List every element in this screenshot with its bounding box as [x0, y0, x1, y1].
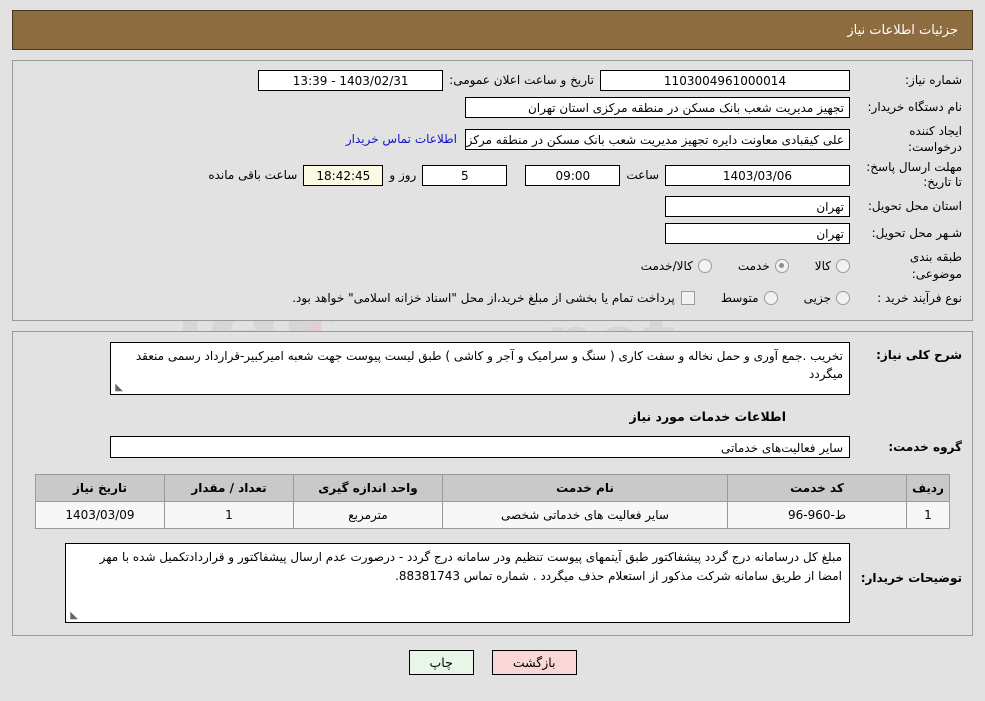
province-label: استان محل تحویل: — [867, 199, 962, 214]
resize-grip-icon[interactable]: ◣ — [113, 382, 123, 393]
buyer-contact-link[interactable]: اطلاعات تماس خریدار — [338, 132, 465, 146]
checkbox-icon[interactable] — [680, 290, 695, 305]
remaining-hours-label: ساعت باقی مانده — [208, 168, 298, 183]
table-header-name: نام خدمت — [442, 473, 728, 502]
table-header-date: تاریخ نیاز — [35, 473, 165, 502]
row-need-summary: شرح کلی نیاز: تخریب .جمع آوری و حمل نخال… — [23, 341, 962, 395]
city-value: تهران — [665, 222, 850, 244]
buyer-org-label: نام دستگاه خریدار: — [867, 99, 963, 114]
buyer-notes-value: مبلغ کل درسامانه درج گردد پیشفاکتور طبق … — [99, 549, 842, 584]
row-city: شـهر محل تحویل: تهران — [23, 222, 962, 244]
services-section-title: اطلاعات خدمات مورد نیاز — [629, 408, 787, 424]
province-value: تهران — [665, 195, 850, 217]
table-header-qty: تعداد / مقدار — [164, 473, 294, 502]
buyer-notes-textarea[interactable]: مبلغ کل درسامانه درج گردد پیشفاکتور طبق … — [65, 542, 850, 623]
back-button[interactable]: بازگشت — [491, 649, 577, 675]
treasury-note-row: پرداخت تمام یا بخشی از مبلغ خرید،از محل … — [292, 290, 695, 305]
need-number-value: 1103004961000014 — [600, 69, 850, 91]
treasury-note-text: پرداخت تمام یا بخشی از مبلغ خرید،از محل … — [292, 290, 675, 305]
category-option-khedmat[interactable]: خدمت — [737, 258, 789, 273]
deadline-date-value: 1403/03/06 — [665, 164, 850, 186]
creator-value: علی کیقبادی معاونت دایره تجهیز مدیریت شع… — [465, 128, 850, 150]
need-summary-textarea[interactable]: تخریب .جمع آوری و حمل نخاله و سفت کاری (… — [110, 341, 850, 395]
row-deadline: مهلت ارسال پاسخ: تا تاریخ: 1403/03/06 سا… — [23, 160, 962, 190]
process-option-motevaset[interactable]: متوسط — [720, 290, 778, 305]
announcement-label: تاریخ و ساعت اعلان عمومی: — [449, 73, 594, 87]
buyer-notes-label: توضیحات خریدار: — [860, 570, 962, 585]
remaining-days-value: 5 — [422, 164, 508, 186]
row-need-number: شماره نیاز: 1103004961000014 تاریخ و ساع… — [23, 69, 962, 91]
print-button[interactable]: چاپ — [408, 649, 474, 675]
row-buyer-org: نام دستگاه خریدار: تجهیز مدیریت شعب بانک… — [23, 96, 962, 118]
process-radio-group: جزیی متوسط پرداخت تمام یا بخشی از مبلغ خ… — [266, 290, 850, 305]
process-label: نوع فرآیند خرید : — [877, 290, 962, 305]
category-label: طبقه بندی موضوعی: — [909, 250, 962, 281]
radio-icon[interactable] — [774, 258, 789, 273]
table-row: 1 ط-960-96 سایر فعالیت های خدماتی شخصی م… — [35, 500, 950, 529]
process-option-jozei[interactable]: جزیی — [803, 290, 850, 305]
announcement-value: 1403/02/31 - 13:39 — [258, 69, 444, 91]
deadline-time-value: 09:00 — [525, 164, 621, 186]
service-details-panel: شرح کلی نیاز: تخریب .جمع آوری و حمل نخال… — [12, 330, 973, 636]
radio-icon[interactable] — [836, 290, 850, 305]
table-header-unit: واحد اندازه گیری — [293, 473, 443, 502]
deadline-label: مهلت ارسال پاسخ: تا تاریخ: — [866, 160, 962, 190]
cell-date: 1403/03/09 — [35, 500, 165, 529]
cell-unit: مترمربع — [293, 500, 443, 529]
page-header: جزئیات اطلاعات نیاز — [12, 10, 973, 50]
table-header-radif: ردیف — [906, 473, 950, 502]
table-header-row: ردیف کد خدمت نام خدمت واحد اندازه گیری ت… — [35, 473, 950, 502]
category-option-label: کالا — [814, 258, 831, 273]
row-service-group: گروه خدمت: سایر فعالیت‌های خدماتی — [23, 435, 962, 458]
cell-name: سایر فعالیت های خدماتی شخصی — [442, 500, 728, 529]
category-option-kala[interactable]: کالا — [814, 258, 850, 273]
radio-icon[interactable] — [697, 258, 712, 273]
hour-label: ساعت — [626, 168, 659, 183]
cell-radif: 1 — [906, 500, 950, 529]
service-group-label: گروه خدمت: — [888, 439, 962, 454]
action-button-bar: بازگشت چاپ — [0, 649, 985, 675]
category-option-label: خدمت — [737, 258, 770, 273]
row-category: طبقه بندی موضوعی: کالا خدمت کالا/خدمت — [23, 249, 962, 281]
buyer-org-value: تجهیز مدیریت شعب بانک مسکن در منطقه مرکز… — [465, 96, 850, 118]
service-group-value: سایر فعالیت‌های خدماتی — [110, 435, 850, 458]
cell-qty: 1 — [164, 500, 294, 529]
row-creator: ایجاد کننده درخواست: علی کیقبادی معاونت … — [23, 123, 962, 155]
page-title: جزئیات اطلاعات نیاز — [847, 22, 958, 38]
row-process-type: نوع فرآیند خرید : جزیی متوسط پرداخت تمام… — [23, 287, 962, 309]
row-province: استان محل تحویل: تهران — [23, 195, 962, 217]
row-buyer-notes: توضیحات خریدار: مبلغ کل درسامانه درج گرد… — [23, 542, 962, 623]
cell-code: ط-960-96 — [727, 500, 907, 529]
resize-grip-icon[interactable]: ◣ — [68, 610, 78, 621]
process-option-label: متوسط — [720, 290, 759, 305]
need-info-panel: شماره نیاز: 1103004961000014 تاریخ و ساع… — [12, 60, 973, 321]
category-option-label: کالا/خدمت — [640, 258, 693, 273]
city-label: شـهر محل تحویل: — [871, 226, 962, 241]
creator-label: ایجاد کننده درخواست: — [908, 124, 962, 155]
services-table: ردیف کد خدمت نام خدمت واحد اندازه گیری ت… — [35, 473, 950, 529]
category-option-kala-khedmat[interactable]: کالا/خدمت — [640, 258, 712, 273]
category-radio-group: کالا خدمت کالا/خدمت — [615, 258, 850, 273]
countdown-timer-value: 18:42:45 — [303, 164, 384, 186]
process-option-label: جزیی — [803, 290, 831, 305]
need-summary-value: تخریب .جمع آوری و حمل نخاله و سفت کاری (… — [135, 348, 843, 382]
need-number-label: شماره نیاز: — [905, 72, 962, 87]
radio-icon[interactable] — [763, 290, 778, 305]
days-label: روز و — [389, 168, 417, 183]
table-header-code: کد خدمت — [727, 473, 907, 502]
need-summary-label: شرح کلی نیاز: — [876, 347, 962, 362]
radio-icon[interactable] — [836, 258, 850, 273]
